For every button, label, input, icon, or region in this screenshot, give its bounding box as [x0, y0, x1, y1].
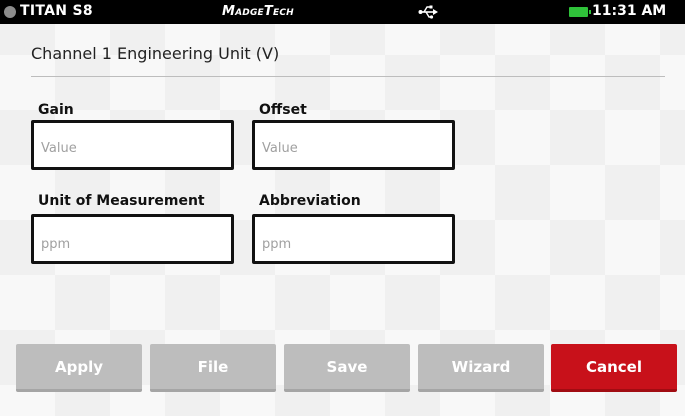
unit-of-measurement-label: Unit of Measurement	[38, 193, 205, 209]
device-name: TITAN S8	[20, 3, 93, 19]
gain-label: Gain	[38, 102, 74, 118]
wizard-button[interactable]: Wizard	[418, 344, 544, 392]
status-bar: TITAN S8 MadgeTech 11:31 AM	[0, 0, 685, 24]
save-button[interactable]: Save	[284, 344, 410, 392]
abbreviation-label: Abbreviation	[259, 193, 361, 209]
apply-button[interactable]: Apply	[16, 344, 142, 392]
file-button[interactable]: File	[150, 344, 276, 392]
unit-of-measurement-input[interactable]	[31, 214, 234, 264]
offset-label: Offset	[259, 102, 307, 118]
usb-icon	[418, 5, 438, 19]
status-time: 11:31 AM	[592, 3, 667, 19]
title-divider	[31, 76, 665, 77]
abbreviation-input[interactable]	[252, 214, 455, 264]
battery-icon	[569, 7, 591, 17]
page-title: Channel 1 Engineering Unit (V)	[31, 44, 280, 63]
gain-input[interactable]	[31, 120, 234, 170]
status-dot-icon	[4, 6, 16, 18]
brand-logo: MadgeTech	[222, 4, 294, 19]
cancel-button[interactable]: Cancel	[551, 344, 677, 392]
offset-input[interactable]	[252, 120, 455, 170]
